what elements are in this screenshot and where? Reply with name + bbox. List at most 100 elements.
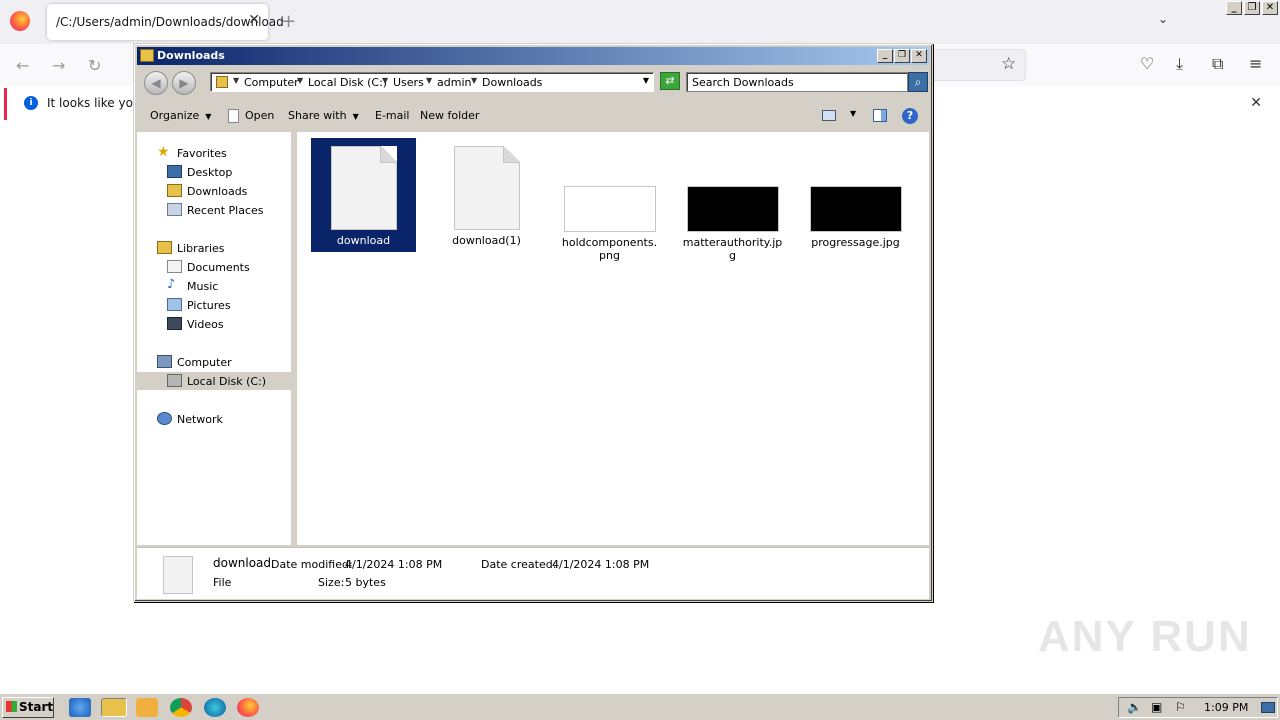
explorer-maximize-button[interactable]: ❐ <box>894 49 910 63</box>
clock[interactable]: 1:09 PM <box>1204 701 1248 714</box>
views-icon[interactable] <box>822 110 836 121</box>
organize-button[interactable]: Organize ▼ <box>150 109 211 122</box>
action-center-flag-icon[interactable]: ⚐ <box>1175 700 1186 714</box>
browser-tab[interactable]: /C:/Users/admin/Downloads/download ✕ <box>47 4 284 40</box>
recent-places-icon <box>167 203 182 216</box>
folder-icon <box>140 49 154 62</box>
share-with-button[interactable]: Share with ▼ <box>288 109 359 122</box>
nav-item-local-disk[interactable]: Local Disk (C:) <box>137 372 291 390</box>
firefox-logo-icon <box>10 11 30 31</box>
chrome-icon[interactable] <box>170 698 192 717</box>
nav-label: Desktop <box>187 166 233 179</box>
file-icon <box>330 146 397 230</box>
internet-explorer-icon[interactable] <box>69 698 91 717</box>
help-icon[interactable]: ? <box>902 108 918 124</box>
preview-pane-icon[interactable] <box>873 109 887 122</box>
desktop-icon <box>167 165 182 178</box>
menu-hamburger-icon[interactable]: ≡ <box>1249 54 1262 73</box>
libraries-icon <box>157 241 172 254</box>
breadcrumb-downloads[interactable]: Downloads <box>482 76 542 89</box>
organize-label: Organize <box>150 109 200 122</box>
tab-close-icon[interactable]: ✕ <box>248 12 260 28</box>
close-button[interactable]: ✕ <box>1262 1 1278 15</box>
forward-arrow-icon[interactable]: → <box>52 56 65 75</box>
windows-logo-icon <box>6 701 17 712</box>
file-item-download-1[interactable]: download(1) <box>434 138 539 247</box>
refresh-button[interactable]: ⇄ <box>660 72 680 90</box>
explorer-minimize-button[interactable]: _ <box>877 49 893 63</box>
window-title: Downloads <box>157 49 225 62</box>
file-item-download[interactable]: download <box>311 138 416 252</box>
downloads-folder-icon <box>167 184 182 197</box>
minimize-button[interactable]: _ <box>1226 1 1242 15</box>
file-name: matterauthority.jpg <box>682 236 783 262</box>
nav-label: Local Disk (C:) <box>187 375 267 388</box>
address-dropdown-icon[interactable]: ▼ <box>643 76 649 85</box>
breadcrumb-arrow-icon[interactable]: ▼ <box>471 76 477 85</box>
edge-icon[interactable] <box>204 698 226 717</box>
explorer-taskbar-icon[interactable] <box>101 698 127 717</box>
firefox-taskbar-icon[interactable] <box>237 698 259 717</box>
file-item-holdcomponents[interactable]: holdcomponents.png <box>557 138 662 262</box>
tab-list-chevron-icon[interactable]: ⌄ <box>1158 12 1168 26</box>
breadcrumb-arrow-icon[interactable]: ▼ <box>297 76 303 85</box>
nav-label: Favorites <box>177 147 227 160</box>
nav-label: Documents <box>187 261 250 274</box>
browser-window-controls: _ ❐ ✕ <box>1226 1 1278 15</box>
views-dropdown-icon[interactable]: ▼ <box>850 109 856 118</box>
explorer-close-button[interactable]: ✕ <box>911 49 927 63</box>
file-list: download download(1) holdcomponents.png … <box>297 132 929 545</box>
notification-close-icon[interactable]: ✕ <box>1250 95 1262 111</box>
search-icon[interactable]: ⌕ <box>908 72 928 92</box>
extensions-icon[interactable]: ⧉ <box>1212 54 1223 74</box>
breadcrumb-local-disk[interactable]: Local Disk (C:) <box>308 76 387 89</box>
file-name: download <box>336 234 391 247</box>
pocket-icon[interactable]: ♡ <box>1140 54 1154 73</box>
breadcrumb-admin[interactable]: admin <box>437 76 471 89</box>
image-thumbnail <box>563 186 656 232</box>
file-name: progressage.jpg <box>811 236 900 249</box>
network-icon <box>157 412 172 425</box>
restore-button[interactable]: ❐ <box>1244 1 1260 15</box>
browser-tab-bar: /C:/Users/admin/Downloads/download ✕ + ⌄… <box>0 0 1280 44</box>
date-created-label: Date created: <box>481 558 557 571</box>
new-folder-button[interactable]: New folder <box>420 109 479 122</box>
breadcrumb-arrow-icon[interactable]: ▼ <box>233 76 239 85</box>
date-created-value: 4/1/2024 1:08 PM <box>552 558 650 571</box>
open-button[interactable]: Open <box>245 109 274 122</box>
volume-icon[interactable]: 🔈 <box>1127 700 1142 714</box>
start-button[interactable]: Start <box>2 697 54 718</box>
network-tray-icon[interactable]: ▣ <box>1151 700 1162 714</box>
email-button[interactable]: E-mail <box>375 109 410 122</box>
breadcrumb-users[interactable]: Users <box>393 76 424 89</box>
details-file-name: download <box>213 556 272 570</box>
media-player-icon[interactable] <box>136 698 158 717</box>
new-tab-icon[interactable]: + <box>281 11 296 32</box>
file-item-matterauthority[interactable]: matterauthority.jpg <box>680 138 785 262</box>
info-icon: i <box>24 96 38 110</box>
address-bar[interactable]: ▼ Computer ▼ Local Disk (C:) ▼ Users ▼ a… <box>210 72 654 92</box>
back-arrow-icon[interactable]: ← <box>16 56 29 75</box>
search-input[interactable]: Search Downloads <box>686 72 908 92</box>
breadcrumb-arrow-icon[interactable]: ▼ <box>382 76 388 85</box>
image-thumbnail <box>686 186 779 232</box>
explorer-title-bar[interactable]: Downloads _ ❐ ✕ <box>137 47 929 65</box>
image-thumbnail <box>809 186 902 232</box>
forward-button[interactable]: ▶ <box>172 71 196 95</box>
details-pane: download Date modified: 4/1/2024 1:08 PM… <box>137 547 929 599</box>
local-disk-icon <box>167 374 182 387</box>
nav-label: Computer <box>177 356 232 369</box>
bookmark-star-icon[interactable]: ☆ <box>1001 54 1016 74</box>
nav-label: Videos <box>187 318 224 331</box>
breadcrumb-computer[interactable]: Computer <box>244 76 299 89</box>
downloads-icon[interactable]: ⤓ <box>1176 54 1183 74</box>
show-desktop-icon[interactable] <box>1261 702 1275 713</box>
nav-label: Downloads <box>187 185 248 198</box>
size-label: Size: <box>318 576 345 589</box>
back-button[interactable]: ◀ <box>144 71 168 95</box>
breadcrumb-arrow-icon[interactable]: ▼ <box>426 76 432 85</box>
reload-icon[interactable]: ↻ <box>88 56 101 75</box>
file-item-progressage[interactable]: progressage.jpg <box>803 138 908 249</box>
share-with-label: Share with <box>288 109 347 122</box>
nav-label: Libraries <box>177 242 225 255</box>
